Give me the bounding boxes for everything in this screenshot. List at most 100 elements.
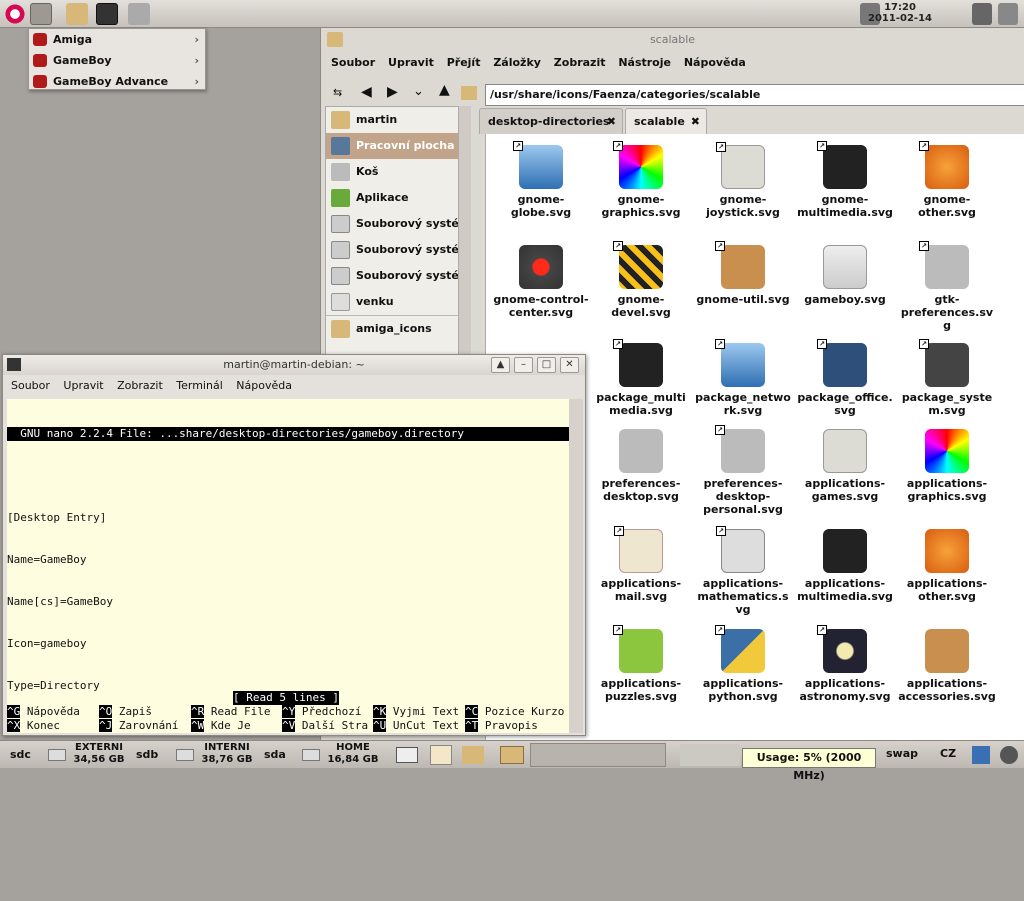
file-item[interactable]: ↗ gnome- graphics.svg xyxy=(590,140,692,219)
fm-menu-zalozky[interactable]: Záložky xyxy=(493,56,541,69)
close-icon[interactable]: ✖ xyxy=(691,109,700,135)
update-notifier-icon[interactable] xyxy=(1000,746,1018,764)
maximize-up-icon[interactable]: ▲ xyxy=(491,357,510,373)
terminal-menu-soubor[interactable]: Soubor xyxy=(11,379,50,392)
sidebar-item-filesystem-1[interactable]: Souborový systém xyxy=(326,211,458,237)
terminal-scrollbar[interactable] xyxy=(569,399,583,733)
file-item[interactable]: gnome-control- center.svg xyxy=(490,240,592,319)
fm-titlebar[interactable]: scalable xyxy=(321,28,1024,52)
sidebar-item-desktop[interactable]: Pracovní plocha xyxy=(326,133,458,159)
folder-icon[interactable] xyxy=(500,746,524,764)
file-label: package_netwo rk.svg xyxy=(695,391,791,417)
file-item[interactable]: ↗ gnome-util.svg xyxy=(692,240,794,306)
file-item[interactable]: ↗ package_netwo rk.svg xyxy=(692,338,794,417)
folder-launcher-icon[interactable] xyxy=(66,3,88,25)
link-icon: ↗ xyxy=(715,241,725,251)
nano-editor[interactable]: GNU nano 2.2.4 File: ...share/desktop-di… xyxy=(7,399,569,733)
file-item[interactable]: ↗ preferences- desktop- personal.svg xyxy=(692,424,794,516)
drive-sdb[interactable]: sdb INTERNI 38,76 GB xyxy=(130,741,260,769)
sidebar-item-applications[interactable]: Aplikace xyxy=(326,185,458,211)
network-manager-icon[interactable] xyxy=(972,746,990,764)
terminal-menu-napoveda[interactable]: Nápověda xyxy=(236,379,292,392)
menu-item-gameboy[interactable]: GameBoy › xyxy=(29,50,205,71)
amiga-icon xyxy=(33,33,47,46)
menu-item-label: GameBoy Advance xyxy=(53,75,169,88)
app-menu-icon[interactable] xyxy=(30,3,52,25)
up-arrow-icon[interactable]: ▲ xyxy=(439,82,450,98)
drive-sda[interactable]: sda HOME 16,84 GB xyxy=(260,741,386,769)
file-item[interactable]: applications- games.svg xyxy=(794,424,896,503)
terminal-launcher-icon[interactable] xyxy=(96,3,118,25)
workspace-switcher[interactable] xyxy=(530,743,666,767)
fm-menu-zobrazit[interactable]: Zobrazit xyxy=(554,56,606,69)
sidebar-item-filesystem-2[interactable]: Souborový systém xyxy=(326,237,458,263)
location-input[interactable]: /usr/share/icons/Faenza/categories/scala… xyxy=(485,84,1024,106)
menu-item-gameboy-advance[interactable]: GameBoy Advance › xyxy=(29,71,205,92)
minimize-button[interactable]: – xyxy=(514,357,533,373)
file-item[interactable]: applications- accessories.svg xyxy=(896,624,998,703)
file-item[interactable]: gameboy.svg xyxy=(794,240,896,306)
fm-menu-napoveda[interactable]: Nápověda xyxy=(684,56,746,69)
file-item[interactable]: ↗ gnome- multimedia.svg xyxy=(794,140,896,219)
fm-menu-prejit[interactable]: Přejít xyxy=(447,56,481,69)
file-item[interactable]: ↗ gnome- devel.svg xyxy=(590,240,692,319)
close-button[interactable]: ✕ xyxy=(560,357,579,373)
places-sidebar: martin Pracovní plocha Koš Aplikace Soub… xyxy=(325,106,459,368)
menu-item-amiga[interactable]: Amiga › xyxy=(29,29,205,50)
file-item[interactable]: ↗ applications- mathematics.s vg xyxy=(692,524,794,616)
gimp-launcher-icon[interactable] xyxy=(128,3,150,25)
link-icon: ↗ xyxy=(715,625,725,635)
file-item[interactable]: applications- graphics.svg xyxy=(896,424,998,503)
sidebar-item-label: Aplikace xyxy=(356,191,409,204)
file-item[interactable]: applications- multimedia.svg xyxy=(794,524,896,603)
file-item[interactable]: ↗ gtk- preferences.sv g xyxy=(896,240,998,332)
back-arrow-icon[interactable]: ◀ xyxy=(361,84,372,100)
folder-icon[interactable] xyxy=(462,746,484,764)
sidebar-scrollbar[interactable] xyxy=(459,106,471,368)
file-item[interactable]: ↗ gnome- joystick.svg xyxy=(692,140,794,219)
chevron-down-icon[interactable]: ⌄ xyxy=(413,84,424,99)
clock[interactable]: 17:20 2011-02-14 xyxy=(864,2,936,24)
sidebar-item-filesystem-3[interactable]: Souborový systém xyxy=(326,263,458,289)
keyboard-layout[interactable]: CZ xyxy=(940,747,956,760)
file-item[interactable]: ↗ gnome- other.svg xyxy=(896,140,998,219)
terminal-menu-zobrazit[interactable]: Zobrazit xyxy=(117,379,163,392)
new-tab-icon[interactable]: ⇆ xyxy=(333,86,342,99)
file-item[interactable]: ↗ gnome- globe.svg xyxy=(490,140,592,219)
terminal-menu-upravit[interactable]: Upravit xyxy=(63,379,103,392)
sidebar-item-venku[interactable]: venku xyxy=(326,289,458,315)
volume-icon[interactable] xyxy=(972,3,992,25)
sidebar-item-amiga-icons[interactable]: amiga_icons xyxy=(326,315,458,341)
file-item[interactable]: ↗ applications- astronomy.svg xyxy=(794,624,896,703)
text-editor-icon[interactable] xyxy=(430,745,452,765)
fm-menu-nastroje[interactable]: Nástroje xyxy=(618,56,671,69)
forward-arrow-icon[interactable]: ▶ xyxy=(387,84,398,100)
window-list-icon[interactable] xyxy=(396,747,418,763)
file-line: Name=GameBoy xyxy=(7,553,87,566)
maximize-button[interactable]: □ xyxy=(537,357,556,373)
fm-menu-soubor[interactable]: Soubor xyxy=(331,56,375,69)
file-item[interactable]: preferences- desktop.svg xyxy=(590,424,692,503)
fm-toolbar: ⇆ ◀ ▶ ⌄ ▲ /usr/share/icons/Faenza/catego… xyxy=(321,74,1024,108)
file-item[interactable]: applications- other.svg xyxy=(896,524,998,603)
preferences-icon: ↗ xyxy=(715,425,765,473)
fm-menu-upravit[interactable]: Upravit xyxy=(388,56,434,69)
debian-menu-icon[interactable] xyxy=(4,3,26,25)
terminal-titlebar[interactable]: martin@martin-debian: ~ ▲ – □ ✕ xyxy=(3,355,585,375)
file-line: [Desktop Entry] xyxy=(7,511,107,524)
file-item[interactable]: ↗ package_multi media.svg xyxy=(590,338,692,417)
sidebar-item-trash[interactable]: Koš xyxy=(326,159,458,185)
sidebar-item-martin[interactable]: martin xyxy=(326,107,458,133)
home-icon[interactable] xyxy=(461,86,477,100)
drive-sdc[interactable]: sdc EXTERNI 34,56 GB xyxy=(0,741,130,769)
power-icon[interactable] xyxy=(998,3,1018,25)
close-icon[interactable]: ✖ xyxy=(607,109,616,135)
file-item[interactable]: ↗ applications- python.svg xyxy=(692,624,794,703)
file-item[interactable]: ↗ package_office. svg xyxy=(794,338,896,417)
terminal-menu-terminal[interactable]: Terminál xyxy=(176,379,223,392)
tab-scalable[interactable]: scalable ✖ xyxy=(625,108,707,134)
file-item[interactable]: ↗ applications- mail.svg xyxy=(590,524,692,603)
file-item[interactable]: ↗ applications- puzzles.svg xyxy=(590,624,692,703)
tab-desktop-directories[interactable]: desktop-directories ✖ xyxy=(479,108,623,134)
file-item[interactable]: ↗ package_syste m.svg xyxy=(896,338,998,417)
